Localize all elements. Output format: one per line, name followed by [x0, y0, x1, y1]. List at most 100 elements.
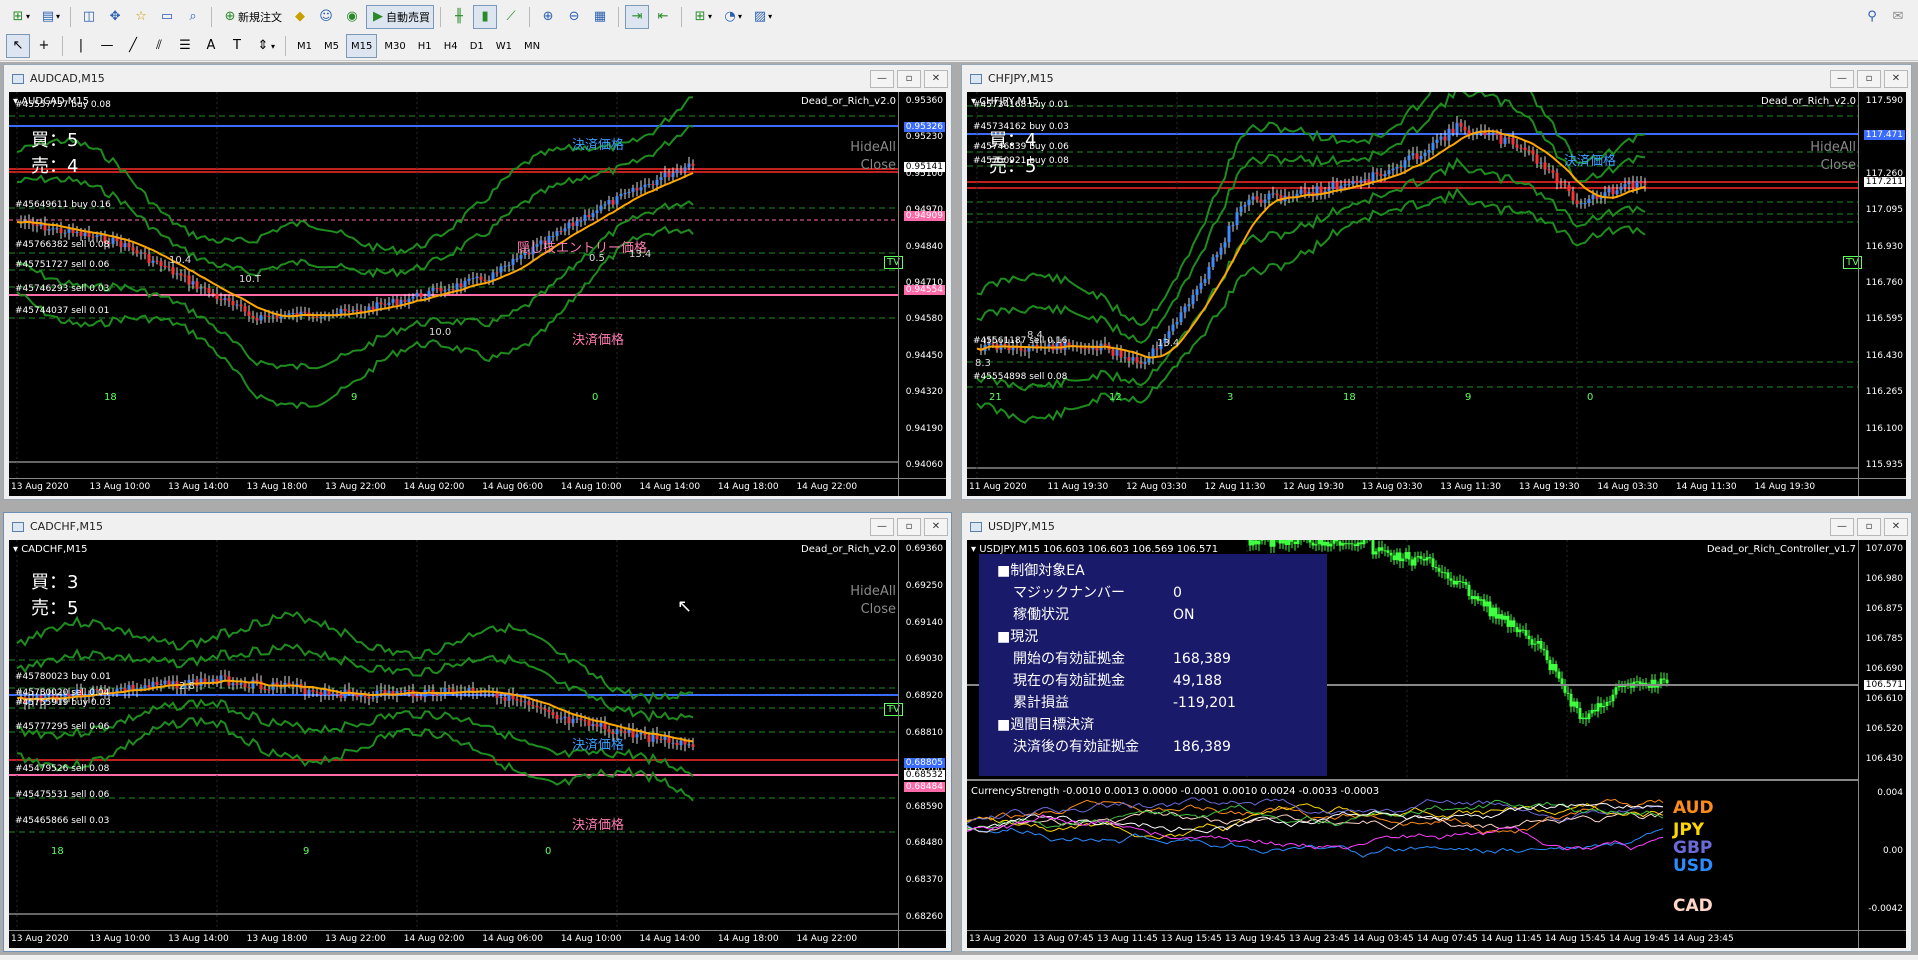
- channel-button[interactable]: ⫽: [147, 34, 171, 58]
- tf-h4[interactable]: H4: [439, 34, 463, 58]
- chart-area[interactable]: ▾ USDJPY,M15 106.603 106.603 106.569 106…: [967, 540, 1906, 948]
- candle: [43, 216, 47, 236]
- chart-window-cadchf[interactable]: CADCHF,M15 — ▫ ✕ ▾ CADCHF,M15 Dead_or_Ri…: [3, 512, 952, 952]
- trendline-button[interactable]: ╱: [121, 34, 145, 58]
- close-button[interactable]: ✕: [924, 69, 948, 88]
- session-label: 21: [989, 392, 1002, 403]
- dropdown-icon: ▾: [271, 41, 276, 51]
- tester-button[interactable]: ⌕: [181, 5, 205, 29]
- tf-d1[interactable]: D1: [465, 34, 489, 58]
- autoscroll-icon: ⇥: [631, 8, 643, 24]
- signals-button[interactable]: ☺: [314, 5, 338, 29]
- chart-window-usdjpy[interactable]: USDJPY,M15 — ▫ ✕ ▾ USDJPY,M15 106.603 10…: [961, 512, 1912, 952]
- vertical-line-button[interactable]: |: [69, 34, 93, 58]
- candle: [495, 687, 499, 705]
- candlestick-button[interactable]: ▮: [473, 4, 498, 29]
- chart-area[interactable]: ▾ AUDCAD,M15 Dead_or_Rich_v2.0 買：5 売：4 H…: [9, 92, 946, 496]
- tf-m15[interactable]: M15: [346, 34, 378, 58]
- chart-window-audcad[interactable]: AUDCAD,M15 — ▫ ✕ ▾ AUDCAD,M15 Dead_or_Ri…: [3, 64, 952, 500]
- chart-area[interactable]: ▾ CHFJPY,M15 Dead_or_Rich_v2.0 買：4 売：5 H…: [967, 92, 1906, 496]
- data-window-button[interactable]: ✥: [103, 5, 127, 29]
- market-watch-button[interactable]: ◫: [77, 5, 101, 29]
- price-tick: 116.760: [1865, 278, 1903, 288]
- meta-editor-button[interactable]: ◆: [288, 5, 312, 29]
- search-button[interactable]: ⚲: [1860, 5, 1884, 29]
- chart-window-chfjpy[interactable]: CHFJPY,M15 — ▫ ✕ ▾ CHFJPY,M15 Dead_or_Ri…: [961, 64, 1912, 500]
- close-all-button[interactable]: Close: [861, 156, 896, 176]
- maximize-button[interactable]: ▫: [1857, 517, 1881, 536]
- autoscroll-button[interactable]: ⇥: [625, 4, 650, 29]
- window-titlebar[interactable]: USDJPY,M15 — ▫ ✕: [962, 513, 1911, 540]
- hideall-button[interactable]: HideAll: [1810, 138, 1856, 158]
- tf-h1[interactable]: H1: [413, 34, 437, 58]
- new-chart-button[interactable]: ⊞ ▾: [6, 5, 34, 29]
- maximize-button[interactable]: ▫: [1857, 69, 1881, 88]
- minimize-button[interactable]: —: [1830, 69, 1854, 88]
- candle: [1506, 611, 1510, 633]
- auto-trading-button[interactable]: ▶ 自動売買: [366, 4, 435, 29]
- line-chart-button[interactable]: ⟋: [499, 5, 523, 29]
- horizontal-line-icon: —: [100, 38, 114, 53]
- candle: [1251, 192, 1255, 206]
- templates-button[interactable]: ▨ ▾: [748, 5, 776, 29]
- candle: [1087, 342, 1091, 354]
- text-button[interactable]: A: [199, 34, 223, 58]
- editor-icon: ◆: [295, 8, 306, 24]
- candle: [1557, 668, 1561, 683]
- candle: [1533, 637, 1537, 652]
- terminal-button[interactable]: ▭: [155, 5, 179, 29]
- fibo-button[interactable]: ☰: [173, 34, 197, 58]
- navigator-button[interactable]: ☆: [129, 5, 153, 29]
- price-tick: 0.94450: [905, 350, 943, 361]
- tf-mn[interactable]: MN: [519, 34, 545, 58]
- chat-button[interactable]: ✉: [1886, 5, 1910, 29]
- new-order-button[interactable]: ⊕ 新規注文: [218, 5, 286, 29]
- crosshair-button[interactable]: +: [32, 34, 56, 58]
- minimize-button[interactable]: —: [1830, 517, 1854, 536]
- maximize-button[interactable]: ▫: [897, 517, 921, 536]
- minimize-button[interactable]: —: [870, 69, 894, 88]
- hideall-button[interactable]: HideAll: [850, 582, 896, 602]
- bar-chart-button[interactable]: ╫: [447, 5, 471, 29]
- hideall-button[interactable]: HideAll: [850, 138, 896, 158]
- tf-m5[interactable]: M5: [319, 34, 344, 58]
- dropdown-icon: ▾: [56, 12, 61, 21]
- candle: [371, 691, 375, 702]
- candle: [1461, 575, 1465, 589]
- close-button[interactable]: ✕: [924, 517, 948, 536]
- candle: [1527, 629, 1531, 646]
- zoom-in-button[interactable]: ⊕: [536, 5, 560, 29]
- tf-m1[interactable]: M1: [292, 34, 317, 58]
- window-titlebar[interactable]: AUDCAD,M15 — ▫ ✕: [4, 65, 951, 92]
- chart-area[interactable]: ▾ CADCHF,M15 Dead_or_Rich_v2.0 買：3 売：5 H…: [9, 540, 946, 948]
- zoom-out-button[interactable]: ⊖: [562, 5, 586, 29]
- arrows-button[interactable]: ⇕ ▾: [251, 34, 279, 58]
- minimize-button[interactable]: —: [870, 517, 894, 536]
- community-button[interactable]: ◉: [340, 5, 364, 29]
- candle: [1404, 547, 1408, 562]
- window-titlebar[interactable]: CADCHF,M15 — ▫ ✕: [4, 513, 951, 540]
- close-button[interactable]: ✕: [1884, 69, 1908, 88]
- maximize-button[interactable]: ▫: [897, 69, 921, 88]
- price-tick: 0.68370: [905, 875, 943, 886]
- tile-windows-button[interactable]: ▦: [588, 5, 612, 29]
- candle: [1223, 237, 1227, 255]
- panel-key: マジックナンバー: [1013, 585, 1125, 601]
- candle: [1231, 221, 1235, 232]
- periods-button[interactable]: ◔ ▾: [718, 5, 746, 29]
- new-order-icon: ⊕: [224, 8, 236, 24]
- indicators-button[interactable]: ⊞ ▾: [688, 5, 716, 29]
- chart-shift-button[interactable]: ⇤: [651, 5, 675, 29]
- tf-m30[interactable]: M30: [379, 34, 410, 58]
- close-button[interactable]: ✕: [1884, 517, 1908, 536]
- candle: [255, 673, 259, 686]
- close-all-button[interactable]: Close: [861, 600, 896, 620]
- candle: [1443, 566, 1447, 580]
- window-titlebar[interactable]: CHFJPY,M15 — ▫ ✕: [962, 65, 1911, 92]
- cursor-button[interactable]: ↖: [6, 34, 30, 58]
- text-label-button[interactable]: T: [225, 34, 249, 58]
- close-all-button[interactable]: Close: [1821, 156, 1856, 176]
- tf-w1[interactable]: W1: [491, 34, 517, 58]
- profiles-button[interactable]: ▤ ▾: [36, 5, 64, 29]
- horizontal-line-button[interactable]: —: [95, 34, 119, 58]
